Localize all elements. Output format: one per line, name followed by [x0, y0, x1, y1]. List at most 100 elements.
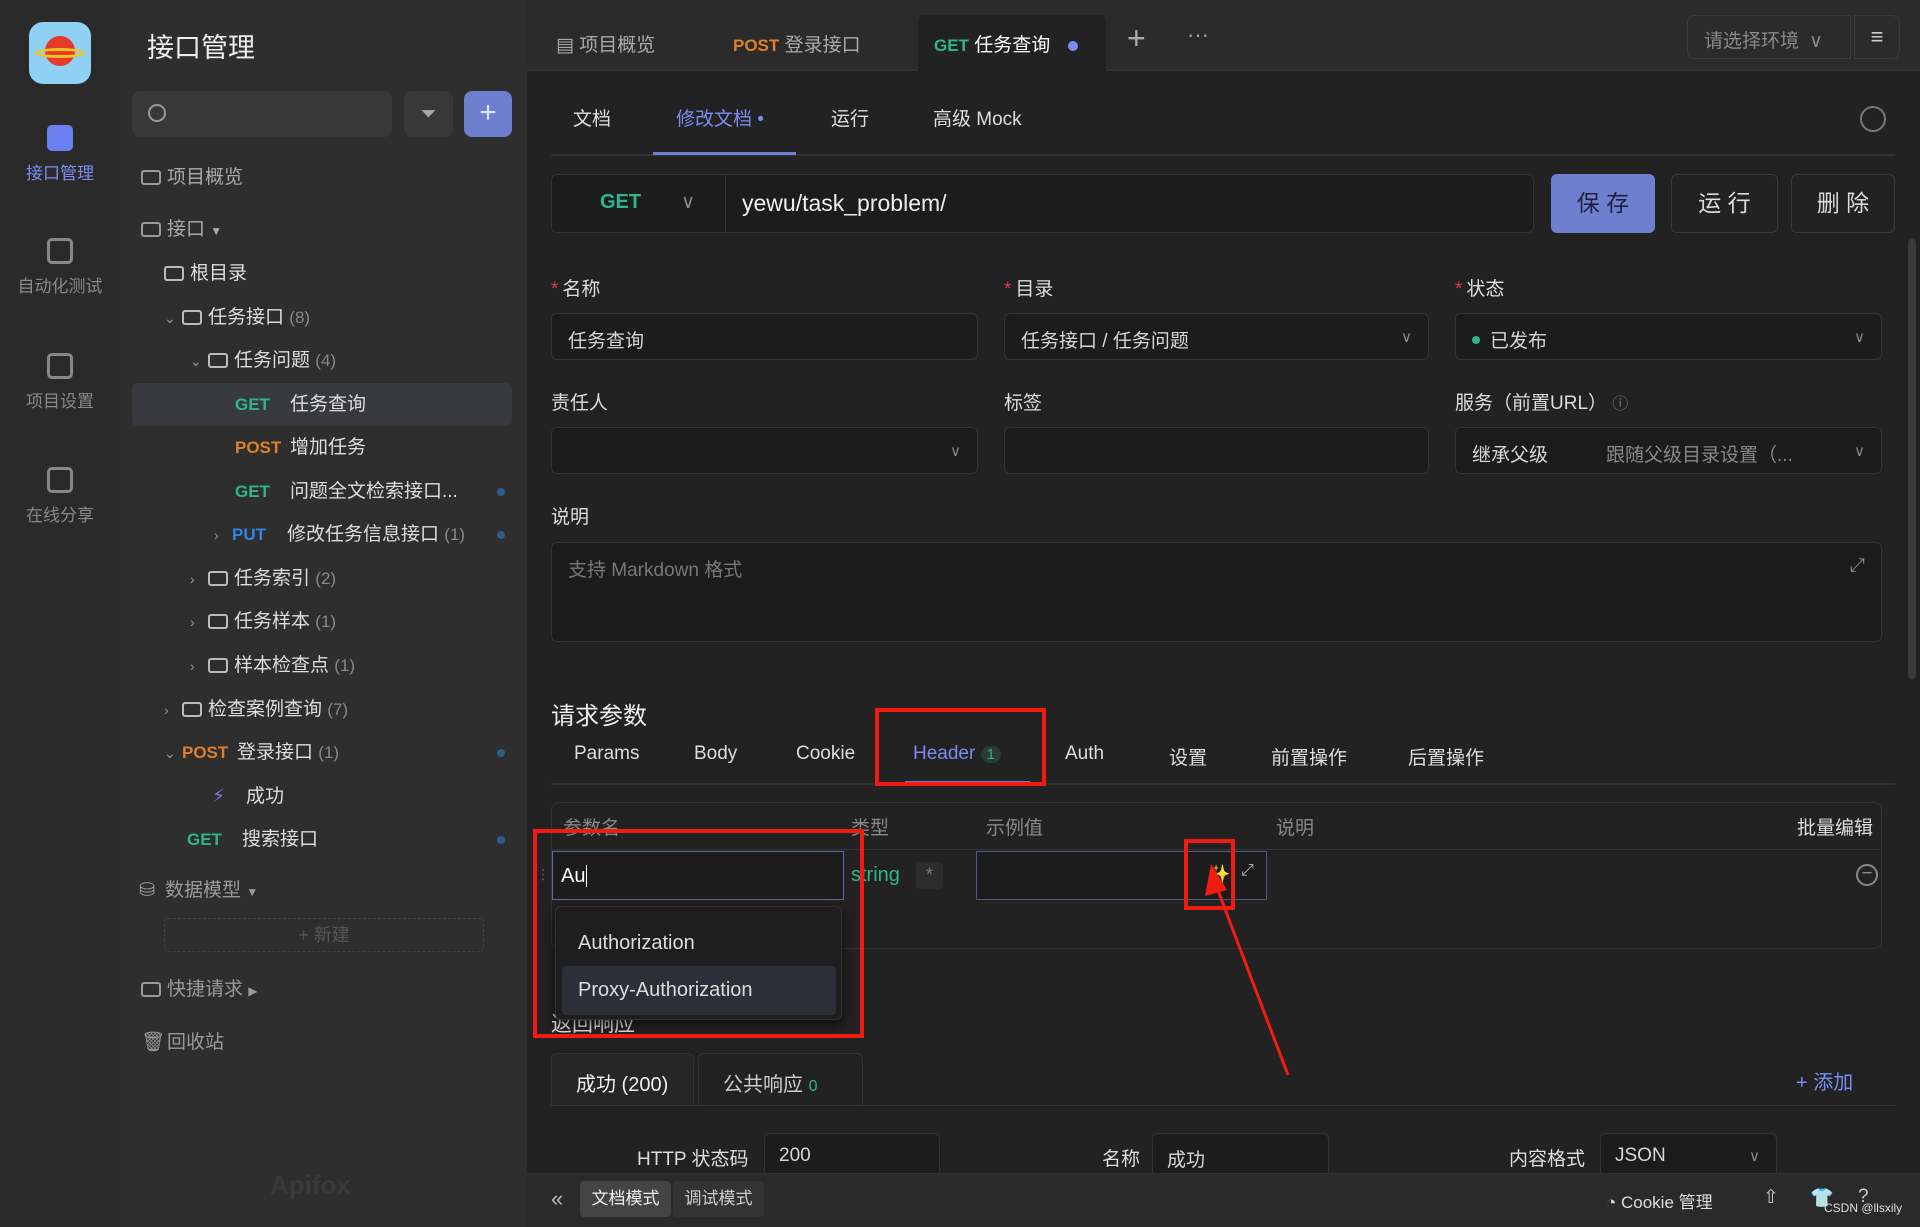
label: 数据模型 — [165, 880, 242, 901]
label: 任务索引 — [234, 568, 311, 589]
tree-folder[interactable]: › 任务样本 (1) — [120, 600, 527, 643]
lightning-icon — [141, 982, 161, 997]
case-icon: ⚡ — [212, 786, 226, 807]
method-badge: PUT — [232, 525, 266, 544]
tree-item[interactable]: ⌄ POST 登录接口 (1) — [120, 731, 527, 774]
label: 样本检查点 — [234, 655, 330, 676]
label: 任务问题 — [234, 350, 311, 371]
tree-item-selected[interactable]: GET 任务查询 — [132, 383, 512, 426]
chevron-right-icon: › — [164, 702, 169, 718]
chevron-right-icon: › — [190, 658, 195, 674]
unsaved-dot — [497, 836, 505, 844]
rail-label: 在线分享 — [26, 506, 94, 525]
sidebar-item-data-model[interactable]: ⛁ 数据模型 ▼ — [120, 869, 527, 912]
folder-icon — [208, 353, 228, 368]
method-badge: GET — [235, 482, 270, 501]
chevron-down-icon: ⌄ — [164, 745, 176, 761]
api-icon — [47, 125, 73, 151]
label: 成功 — [246, 786, 285, 807]
unsaved-dot — [497, 531, 505, 539]
filter-icon: ⏷ — [420, 103, 437, 125]
add-button[interactable]: + — [464, 91, 512, 137]
count: (1) — [315, 612, 337, 631]
label: 任务样本 — [234, 611, 311, 632]
count: (7) — [327, 700, 349, 719]
label: 任务接口 — [208, 307, 285, 328]
rail-item-automation[interactable]: 自动化测试 — [0, 238, 120, 297]
sidebar-item-overview[interactable]: 项目概览 — [120, 156, 527, 199]
label: 登录接口 — [237, 742, 314, 763]
rail-item-api[interactable]: 接口管理 — [0, 125, 120, 184]
tree-folder[interactable]: › 任务索引 (2) — [120, 557, 527, 600]
new-model-button[interactable]: + 新建 — [164, 918, 484, 952]
folder-icon — [182, 310, 202, 325]
rail-label: 项目设置 — [26, 392, 94, 411]
rail-item-settings[interactable]: 项目设置 — [0, 353, 120, 412]
plus-icon: + — [479, 96, 497, 129]
search-icon — [148, 104, 166, 122]
tree-root[interactable]: 根目录 — [120, 252, 527, 295]
chevron-right-icon: › — [214, 527, 219, 543]
count: (1) — [318, 743, 340, 762]
chevron-down-icon: ⌄ — [164, 310, 176, 326]
automation-icon — [47, 238, 73, 264]
tree-item[interactable]: GET 搜索接口 — [120, 818, 527, 861]
filter-button[interactable]: ⏷ — [404, 91, 453, 137]
folder-icon — [182, 702, 202, 717]
label: 回收站 — [167, 1032, 225, 1053]
app-logo — [29, 22, 91, 84]
annotation-arrow — [1205, 864, 1290, 1076]
method-badge: GET — [187, 830, 222, 849]
label: 根目录 — [190, 263, 248, 284]
sidebar-item-api[interactable]: 接口 ▼ — [120, 208, 527, 251]
layout-icon — [141, 170, 161, 185]
chevron-right-icon: › — [190, 614, 195, 630]
count: (1) — [334, 656, 356, 675]
count: (8) — [289, 308, 311, 327]
apifox-watermark: Apifox — [270, 1170, 351, 1200]
method-badge: GET — [235, 395, 270, 414]
method-badge: POST — [182, 743, 229, 762]
label: 接口 — [167, 219, 206, 240]
sidebar-title: 接口管理 — [147, 33, 255, 63]
unsaved-dot — [497, 488, 505, 496]
tree-item[interactable]: POST 增加任务 — [120, 426, 527, 469]
folder-icon — [208, 571, 228, 586]
unsaved-dot — [497, 749, 505, 757]
label: 修改任务信息接口 — [287, 524, 440, 545]
tree-folder[interactable]: › 样本检查点 (1) — [120, 644, 527, 687]
chevron-down-icon: ⌄ — [190, 353, 202, 369]
label: 检查案例查询 — [208, 699, 323, 720]
tree-item[interactable]: GET 问题全文检索接口... — [120, 470, 527, 513]
label: 问题全文检索接口... — [290, 481, 458, 502]
label: 快捷请求 — [167, 979, 244, 1000]
search-input[interactable] — [132, 91, 392, 137]
api-icon — [141, 222, 161, 237]
folder-icon — [208, 614, 228, 629]
chevron-right-icon: › — [190, 571, 195, 587]
rail-label: 自动化测试 — [17, 277, 103, 296]
label: 任务查询 — [290, 394, 367, 415]
count: (2) — [315, 569, 337, 588]
tree-item[interactable]: › PUT 修改任务信息接口 (1) — [120, 513, 527, 556]
rail-label: 接口管理 — [26, 164, 94, 183]
folder-icon — [164, 266, 184, 281]
tree-folder[interactable]: ⌄ 任务问题 (4) — [120, 339, 527, 382]
count: (1) — [444, 525, 466, 544]
rail-item-share[interactable]: 在线分享 — [0, 467, 120, 526]
icon-rail: 接口管理 自动化测试 项目设置 在线分享 — [0, 0, 120, 1227]
tree-folder[interactable]: › 检查案例查询 (7) — [120, 688, 527, 731]
method-badge: POST — [235, 438, 282, 457]
settings-icon — [47, 353, 73, 379]
tree-case[interactable]: ⚡ 成功 — [120, 775, 527, 818]
tree-folder[interactable]: ⌄ 任务接口 (8) — [120, 296, 527, 339]
label: 搜索接口 — [242, 829, 319, 850]
label: 增加任务 — [290, 437, 367, 458]
label: 项目概览 — [167, 167, 244, 188]
count: (4) — [315, 351, 337, 370]
sidebar-item-quick-request[interactable]: 快捷请求 ▶ — [120, 968, 527, 1011]
trash-icon: 🗑 — [141, 1032, 166, 1053]
share-icon — [47, 467, 73, 493]
sidebar-item-recycle[interactable]: 🗑回收站 — [120, 1021, 527, 1064]
cubes-icon: ⛁ — [139, 880, 155, 901]
